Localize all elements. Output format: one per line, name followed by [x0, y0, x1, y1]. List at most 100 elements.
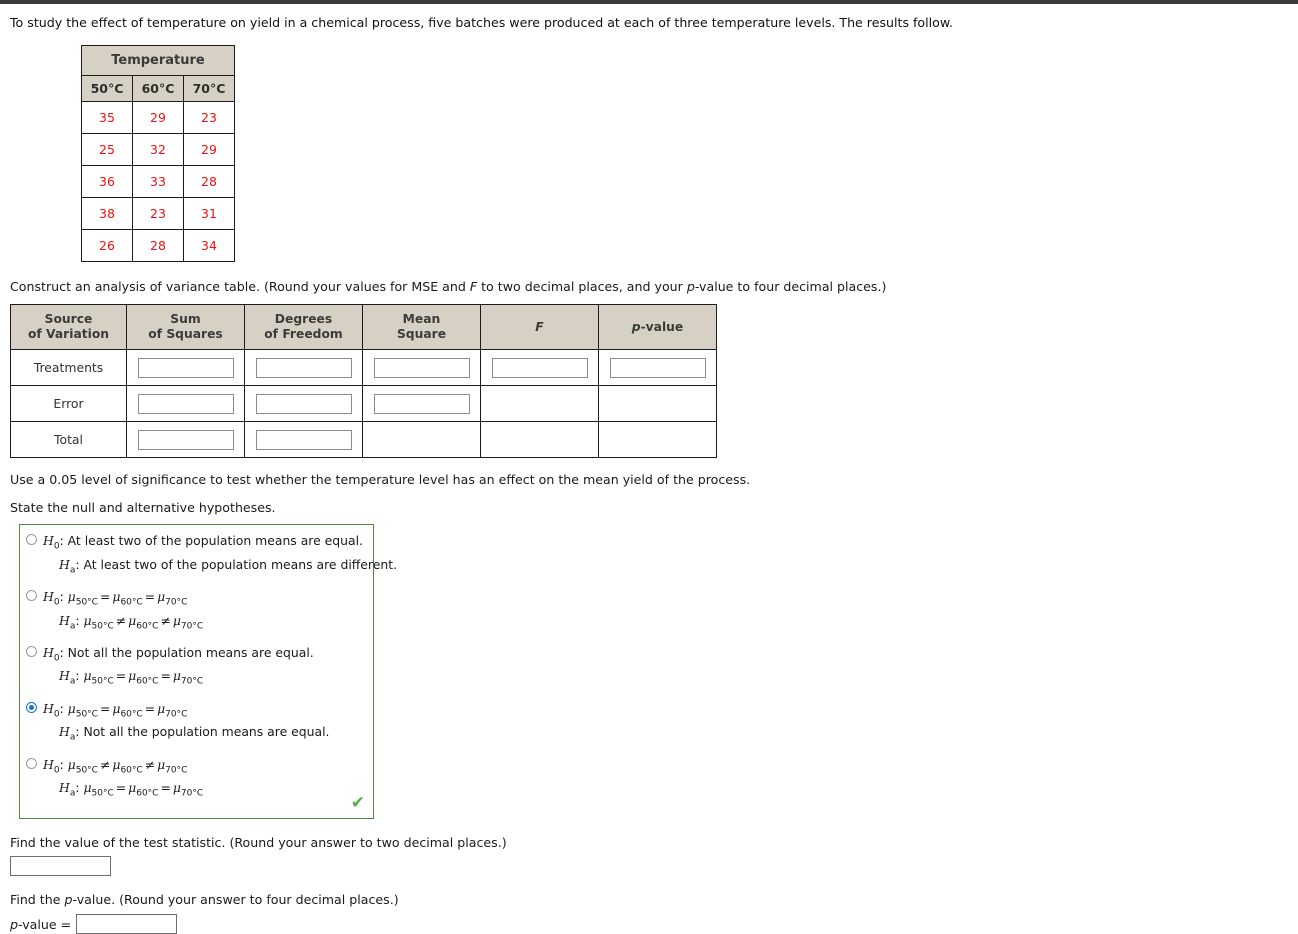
p-value-input[interactable]: [76, 914, 178, 934]
anova-header-sum-of-squares: Sum of Squares: [126, 304, 245, 351]
anova-cell-treatments-ss: [126, 349, 245, 387]
anova-cell-total-ms: [362, 421, 481, 459]
anova-instructions-part-b: to two decimal places, and your: [477, 279, 687, 295]
data-cell: 23: [183, 101, 235, 135]
table-row: 35 29 23: [81, 101, 235, 135]
anova-header-source-line1: Source: [44, 312, 93, 327]
anova-header-f: F: [480, 304, 599, 351]
data-cell: 36: [81, 165, 133, 199]
hypothesis-option-4-alt: Ha: Not all the population means are equ…: [59, 724, 330, 743]
input-total-degrees-of-freedom[interactable]: [255, 429, 352, 450]
anova-header-ms-line2: Square: [396, 327, 447, 342]
data-cell: 23: [132, 197, 184, 231]
hypothesis-option-5-text: H0: μ50°C ≠ μ60°C ≠ μ70°C Ha: μ50°C = μ60°C = μ7…: [43, 755, 203, 802]
anova-header-df-line2: of Freedom: [264, 327, 343, 342]
anova-header-p-value: p-value: [598, 304, 717, 351]
anova-row-total: Total: [10, 421, 717, 459]
input-treatments-sum-of-squares[interactable]: [137, 357, 234, 378]
hypothesis-option-3-null: H0: Not all the population means are equ…: [43, 644, 314, 664]
anova-row-error: Error: [10, 385, 717, 423]
anova-instructions: Construct an analysis of variance table.…: [10, 279, 1288, 294]
anova-header-df-line1: Degrees: [274, 312, 333, 327]
anova-instructions-p: p: [686, 279, 695, 295]
anova-instructions-part-a: Construct an analysis of variance table.…: [10, 279, 470, 295]
hypothesis-option-4-text: H0: μ50°C = μ60°C = μ70°C Ha: Not all the po…: [43, 699, 329, 746]
hypothesis-option-5[interactable]: H0: μ50°C ≠ μ60°C ≠ μ70°C Ha: μ50°C = μ60°C = μ7…: [26, 755, 365, 802]
hypothesis-option-5-alt: Ha: μ50°C = μ60°C = μ70°C: [59, 780, 204, 799]
column-header-50c: 50°C: [81, 75, 133, 103]
hypothesis-option-1-text: H0: At least two of the population means…: [43, 531, 397, 578]
input-total-sum-of-squares[interactable]: [137, 429, 234, 450]
data-cell: 28: [132, 229, 184, 263]
table-row: 25 32 29: [81, 133, 235, 167]
test-statistic-question: Find the value of the test statistic. (R…: [10, 835, 507, 851]
hypothesis-option-2[interactable]: H0: μ50°C = μ60°C = μ70°C Ha: μ50°C ≠ μ60°C ≠ μ7…: [26, 587, 365, 634]
temperature-data-table-wrapper: Temperature 50°C 60°C 70°C 35 29 23 25 3…: [81, 45, 1288, 263]
hypothesis-option-2-alt: Ha: μ50°C ≠ μ60°C ≠ μ70°C: [59, 612, 204, 632]
test-statistic-input-wrapper: [10, 856, 1288, 877]
radio-icon-option-4[interactable]: [26, 701, 37, 713]
hypothesis-option-2-text: H0: μ50°C = μ60°C = μ70°C Ha: μ50°C ≠ μ60°C ≠ μ7…: [43, 587, 203, 634]
p-value-input-row: p-value =: [10, 914, 1288, 934]
anova-row-label-total: Total: [10, 421, 127, 459]
data-cell: 28: [183, 165, 235, 199]
test-statistic-input[interactable]: [10, 856, 111, 877]
column-header-70c: 70°C: [183, 75, 235, 103]
anova-row-label-treatments: Treatments: [10, 349, 127, 387]
column-header-60c: 60°C: [132, 75, 184, 103]
anova-header-p-label: p-value: [631, 319, 684, 334]
temperature-data-body: 35 29 23 25 32 29 36 33 28 38 23 31 26 2…: [81, 101, 235, 263]
anova-cell-treatments-ms: [362, 349, 481, 387]
anova-header-ms-line1: Mean: [402, 312, 441, 327]
radio-icon-option-3[interactable]: [26, 645, 37, 657]
input-treatments-degrees-of-freedom[interactable]: [255, 357, 352, 378]
temperature-data-table: Temperature 50°C 60°C 70°C 35 29 23 25 3…: [81, 45, 235, 263]
data-cell: 34: [183, 229, 235, 263]
table-column-header-row: 50°C 60°C 70°C: [81, 75, 235, 103]
hypothesis-option-1-alt: Ha: At least two of the population means…: [59, 556, 398, 576]
anova-table: Source of Variation Sum of Squares Degre…: [10, 304, 717, 459]
hypotheses-answer-box: H0: At least two of the population means…: [19, 524, 397, 820]
anova-header-ss-line2: of Squares: [148, 327, 223, 342]
page-content: To study the effect of temperature on yi…: [0, 15, 1298, 934]
input-error-sum-of-squares[interactable]: [137, 393, 234, 414]
p-value-question-part-b: -value. (Round your answer to four decim…: [72, 892, 399, 908]
anova-cell-total-df: [244, 421, 363, 459]
p-value-input-label: p-value =: [10, 916, 72, 932]
anova-body: Treatments Error Total: [10, 349, 717, 459]
data-cell: 32: [132, 133, 184, 167]
temperature-group-header: Temperature: [81, 45, 235, 77]
table-row: 26 28 34: [81, 229, 235, 263]
data-cell: 26: [81, 229, 133, 263]
hypothesis-option-3-alt: Ha: μ50°C = μ60°C = μ70°C: [59, 668, 204, 687]
input-treatments-p-value[interactable]: [609, 357, 706, 378]
input-treatments-mean-square[interactable]: [373, 357, 470, 378]
anova-header-f-label: F: [535, 319, 544, 334]
anova-header-source: Source of Variation: [10, 304, 127, 351]
anova-cell-treatments-p: [598, 349, 717, 387]
anova-cell-total-f: [480, 421, 599, 459]
input-error-degrees-of-freedom[interactable]: [255, 393, 352, 414]
anova-cell-treatments-df: [244, 349, 363, 387]
anova-cell-total-p: [598, 421, 717, 459]
radio-icon-option-2[interactable]: [26, 590, 37, 602]
hypothesis-option-4[interactable]: H0: μ50°C = μ60°C = μ70°C Ha: Not all the po…: [26, 699, 365, 746]
data-cell: 29: [183, 133, 235, 167]
data-cell: 29: [132, 101, 184, 135]
hypothesis-option-2-null: H0: μ50°C = μ60°C = μ70°C: [43, 589, 188, 608]
p-value-question-part-a: Find the: [10, 892, 65, 908]
data-cell: 25: [81, 133, 133, 167]
input-error-mean-square[interactable]: [373, 393, 470, 414]
radio-icon-option-1[interactable]: [26, 534, 37, 546]
anova-row-treatments: Treatments: [10, 349, 717, 387]
anova-instructions-part-c: -value to four decimal places.): [694, 279, 887, 295]
anova-cell-error-f: [480, 385, 599, 423]
radio-icon-option-5[interactable]: [26, 757, 37, 769]
input-treatments-f[interactable]: [491, 357, 588, 378]
hypothesis-option-1[interactable]: H0: At least two of the population means…: [26, 531, 397, 578]
hypothesis-option-3[interactable]: H0: Not all the population means are equ…: [26, 643, 365, 690]
hypothesis-option-5-null: H0: μ50°C ≠ μ60°C ≠ μ70°C: [43, 756, 188, 776]
anova-header-source-line2: of Variation: [27, 327, 110, 342]
hypothesis-option-3-text: H0: Not all the population means are equ…: [43, 643, 314, 690]
anova-cell-error-df: [244, 385, 363, 423]
